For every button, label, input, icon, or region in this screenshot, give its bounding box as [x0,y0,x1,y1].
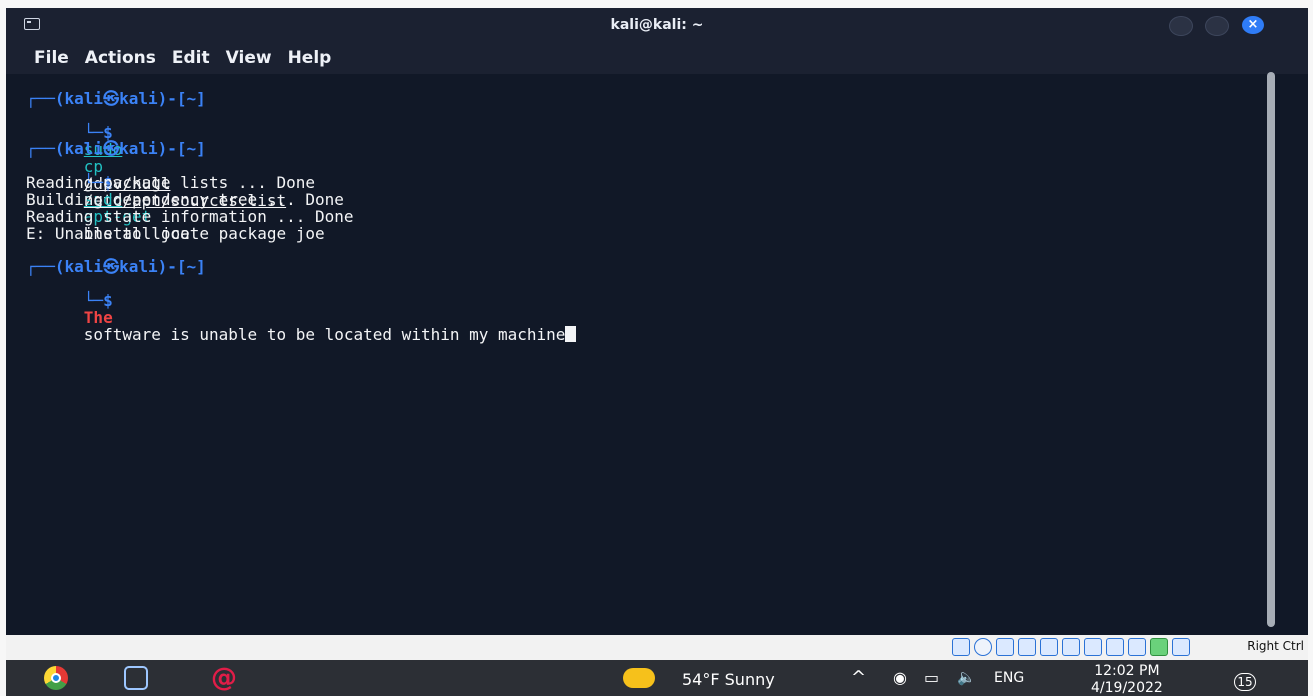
menu-actions[interactable]: Actions [85,48,156,68]
maximize-button[interactable] [1205,16,1229,36]
date: 4/19/2022 [1091,680,1163,696]
command-line: └─$ The software is unable to be located… [26,275,577,343]
text-cursor [565,326,577,342]
network-icon[interactable]: ▭ [924,668,939,687]
weather-icon[interactable] [623,668,655,688]
display-icon[interactable] [1084,638,1102,656]
output-line: Reading package lists ... Done [26,173,315,192]
notification-count-badge: 15 [1234,673,1256,691]
notification-icon[interactable]: 15 [1224,665,1256,691]
minimize-button[interactable] [1169,16,1193,36]
optical-drive-icon[interactable] [974,638,992,656]
output-line: E: Unable to locate package joe [26,224,325,243]
menu-bar: File Actions Edit View Help [6,42,1308,74]
language-indicator[interactable]: ENG [994,670,1024,686]
vbox-device-icons [952,638,1190,656]
close-button[interactable]: × [1242,16,1264,34]
prompt-header: ┌──(kali㉿kali)-[~] [26,89,206,108]
keyboard-capture-icon[interactable] [1172,638,1190,656]
title-bar: kali@kali: ~ × [6,8,1308,42]
prompt-header: ┌──(kali㉿kali)-[~] [26,257,206,276]
windows-taskbar: @ 54°F Sunny ^ ◉ ▭ 🔈 ENG 12:02 PM 4/19/2… [6,660,1308,696]
virtualbox-icon[interactable] [124,666,148,690]
security-icon[interactable]: ◉ [893,668,907,687]
mouse-integration-icon[interactable] [1150,638,1168,656]
usb-icon[interactable] [1040,638,1058,656]
shared-folder-icon[interactable] [1062,638,1080,656]
menu-view[interactable]: View [226,48,272,68]
volume-icon[interactable]: 🔈 [957,668,976,686]
prompt-header: ┌──(kali㉿kali)-[~] [26,139,206,158]
network-icon[interactable] [1018,638,1036,656]
terminal-scrollbar[interactable] [1267,72,1275,627]
menu-help[interactable]: Help [288,48,332,68]
command-line: └─$ sudo cp /dev/null /etc/apt/sources.l… [26,107,576,209]
weather-text[interactable]: 54°F Sunny [682,670,775,689]
command-args: software is unable to be located within … [83,325,566,344]
window-title: kali@kali: ~ [610,17,704,33]
menu-file[interactable]: File [34,48,69,68]
cpu-icon[interactable] [1128,638,1146,656]
audio-icon[interactable] [996,638,1014,656]
time: 12:02 PM [1094,663,1160,679]
terminal-output[interactable]: ┌──(kali㉿kali)-[~] └─$ sudo cp /dev/null… [6,74,1308,635]
chrome-icon[interactable] [44,666,68,690]
clock[interactable]: 12:02 PM 4/19/2022 [1091,664,1163,695]
debian-icon[interactable]: @ [211,665,237,691]
command-line: └─$ sudo apt-get install joe [26,157,576,242]
host-key-label: Right Ctrl [1247,639,1304,653]
output-line: Reading state information ... Done [26,207,354,226]
disk-icon[interactable] [952,638,970,656]
virtualbox-status-bar: Right Ctrl [6,635,1308,660]
menu-edit[interactable]: Edit [172,48,210,68]
show-hidden-icons-icon[interactable]: ^ [851,667,866,688]
recording-icon[interactable] [1106,638,1124,656]
output-line: Building dependency tree ... Done [26,190,344,209]
